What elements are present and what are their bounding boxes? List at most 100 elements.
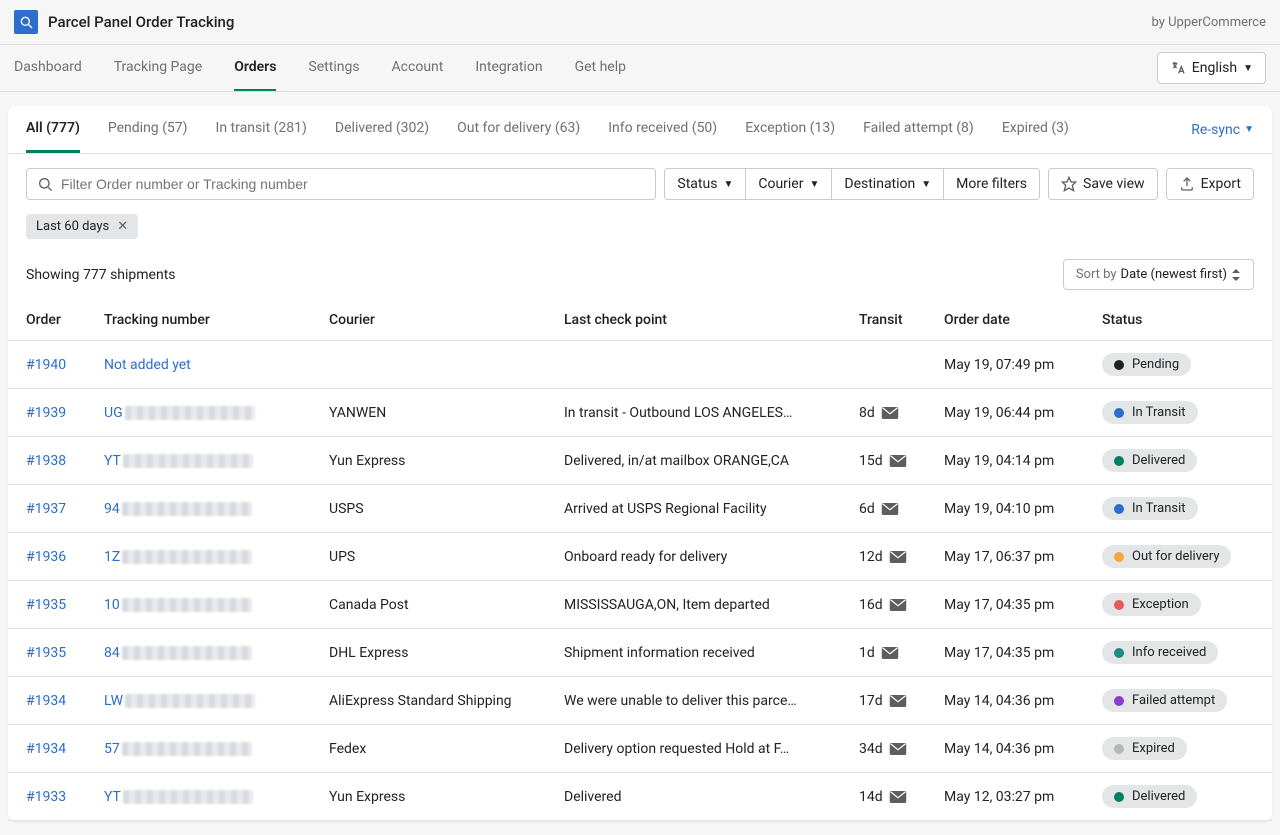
order-link[interactable]: #1934 xyxy=(26,693,66,709)
date-cell: May 17, 04:35 pm xyxy=(926,581,1084,629)
status-tabs: All (777) Pending (57) In transit (281) Del… xyxy=(8,106,1272,154)
tracking-masked xyxy=(122,550,252,564)
checkpoint-cell: MISSISSAUGA,ON, Item departed xyxy=(564,597,823,613)
status-dot xyxy=(1114,600,1124,610)
table-row: #193510Canada PostMISSISSAUGA,ON, Item d… xyxy=(8,581,1272,629)
status-tab-all[interactable]: All (777) xyxy=(26,106,80,153)
search-input[interactable] xyxy=(61,176,645,192)
tracking-link[interactable]: 84 xyxy=(104,645,120,661)
col-courier: Courier xyxy=(311,300,546,341)
order-link[interactable]: #1936 xyxy=(26,549,66,565)
order-link[interactable]: #1934 xyxy=(26,741,66,757)
tracking-masked xyxy=(123,454,253,468)
tracking-link[interactable]: LW xyxy=(104,693,123,709)
nav-tab-settings[interactable]: Settings xyxy=(308,45,359,91)
tracking-masked xyxy=(122,646,252,660)
status-dot xyxy=(1114,744,1124,754)
tracking-link[interactable]: UG xyxy=(104,405,123,421)
courier-filter[interactable]: Courier▼ xyxy=(745,168,832,200)
status-tab-in-transit[interactable]: In transit (281) xyxy=(216,106,307,153)
chip-remove-icon[interactable]: ✕ xyxy=(117,219,128,234)
status-dot xyxy=(1114,552,1124,562)
export-icon xyxy=(1179,176,1195,192)
table-row: #193457FedexDelivery option requested Ho… xyxy=(8,725,1272,773)
status-tab-pending[interactable]: Pending (57) xyxy=(108,106,188,153)
nav-tab-integration[interactable]: Integration xyxy=(475,45,542,91)
save-view-button[interactable]: Save view xyxy=(1048,168,1158,200)
date-cell: May 19, 07:49 pm xyxy=(926,341,1084,389)
status-badge: Failed attempt xyxy=(1102,689,1227,712)
star-icon xyxy=(1061,176,1077,192)
tracking-masked xyxy=(122,742,252,756)
tracking-link[interactable]: 94 xyxy=(104,501,120,517)
status-badge: Out for delivery xyxy=(1102,545,1231,568)
status-dot xyxy=(1114,456,1124,466)
date-cell: May 14, 04:36 pm xyxy=(926,677,1084,725)
col-order: Order xyxy=(8,300,86,341)
date-cell: May 19, 06:44 pm xyxy=(926,389,1084,437)
app-title: Parcel Panel Order Tracking xyxy=(48,13,234,31)
search-icon xyxy=(37,176,53,192)
date-filter-chip[interactable]: Last 60 days ✕ xyxy=(26,214,138,239)
status-tab-delivered[interactable]: Delivered (302) xyxy=(335,106,429,153)
resync-button[interactable]: Re-sync ▼ xyxy=(1191,122,1254,138)
order-link[interactable]: #1938 xyxy=(26,453,66,469)
app-logo xyxy=(14,10,38,34)
status-badge: Expired xyxy=(1102,737,1187,760)
tracking-link[interactable]: 10 xyxy=(104,597,120,613)
date-cell: May 14, 04:36 pm xyxy=(926,725,1084,773)
status-tab-expired[interactable]: Expired (3) xyxy=(1002,106,1069,153)
date-cell: May 19, 04:10 pm xyxy=(926,485,1084,533)
courier-cell: AliExpress Standard Shipping xyxy=(311,677,546,725)
tracking-link[interactable]: YT xyxy=(104,789,121,805)
order-link[interactable]: #1937 xyxy=(26,501,66,517)
status-tab-out-for-delivery[interactable]: Out for delivery (63) xyxy=(457,106,580,153)
search-box[interactable] xyxy=(26,168,656,200)
tracking-link[interactable]: Not added yet xyxy=(104,357,191,373)
status-tab-info-received[interactable]: Info received (50) xyxy=(608,106,717,153)
transit-cell: 6d xyxy=(859,501,908,517)
status-tab-exception[interactable]: Exception (13) xyxy=(745,106,835,153)
meta-row: Showing 777 shipments Sort by Date (newe… xyxy=(8,249,1272,300)
mail-icon xyxy=(889,598,907,612)
order-link[interactable]: #1939 xyxy=(26,405,66,421)
order-link[interactable]: #1935 xyxy=(26,597,66,613)
nav-tab-tracking-page[interactable]: Tracking Page xyxy=(114,45,202,91)
checkpoint-cell: Arrived at USPS Regional Facility xyxy=(564,501,823,517)
date-cell: May 12, 03:27 pm xyxy=(926,773,1084,821)
status-tab-failed-attempt[interactable]: Failed attempt (8) xyxy=(863,106,974,153)
transit-cell: 1d xyxy=(859,645,908,661)
nav-tab-orders[interactable]: Orders xyxy=(234,45,276,91)
table-row: #1939UGYANWENIn transit - Outbound LOS A… xyxy=(8,389,1272,437)
courier-cell: UPS xyxy=(311,533,546,581)
nav-tab-account[interactable]: Account xyxy=(392,45,444,91)
col-transit: Transit xyxy=(841,300,926,341)
chip-row: Last 60 days ✕ xyxy=(8,214,1272,249)
sort-arrows-icon xyxy=(1231,269,1241,281)
export-button[interactable]: Export xyxy=(1166,168,1254,200)
tracking-link[interactable]: 1Z xyxy=(104,549,120,565)
nav-tab-dashboard[interactable]: Dashboard xyxy=(14,45,82,91)
tracking-link[interactable]: YT xyxy=(104,453,121,469)
mail-icon xyxy=(889,550,907,564)
status-filter[interactable]: Status▼ xyxy=(664,168,746,200)
order-link[interactable]: #1933 xyxy=(26,789,66,805)
order-link[interactable]: #1940 xyxy=(26,357,66,373)
caret-down-icon: ▼ xyxy=(1244,124,1254,135)
checkpoint-cell: We were unable to deliver this parce… xyxy=(564,693,823,709)
nav-tab-get-help[interactable]: Get help xyxy=(575,45,626,91)
col-status: Status xyxy=(1084,300,1272,341)
translate-icon xyxy=(1170,60,1186,76)
language-button[interactable]: English ▼ xyxy=(1157,52,1266,84)
destination-filter[interactable]: Destination▼ xyxy=(831,168,944,200)
more-filters[interactable]: More filters xyxy=(943,168,1040,200)
tracking-link[interactable]: 57 xyxy=(104,741,120,757)
col-checkpoint: Last check point xyxy=(546,300,841,341)
transit-cell: 16d xyxy=(859,597,908,613)
tracking-masked xyxy=(125,694,255,708)
order-link[interactable]: #1935 xyxy=(26,645,66,661)
table-row: #1940Not added yetMay 19, 07:49 pmPendin… xyxy=(8,341,1272,389)
sort-button[interactable]: Sort by Date (newest first) xyxy=(1063,259,1254,290)
courier-cell: Yun Express xyxy=(311,773,546,821)
checkpoint-cell: In transit - Outbound LOS ANGELES… xyxy=(564,405,823,421)
